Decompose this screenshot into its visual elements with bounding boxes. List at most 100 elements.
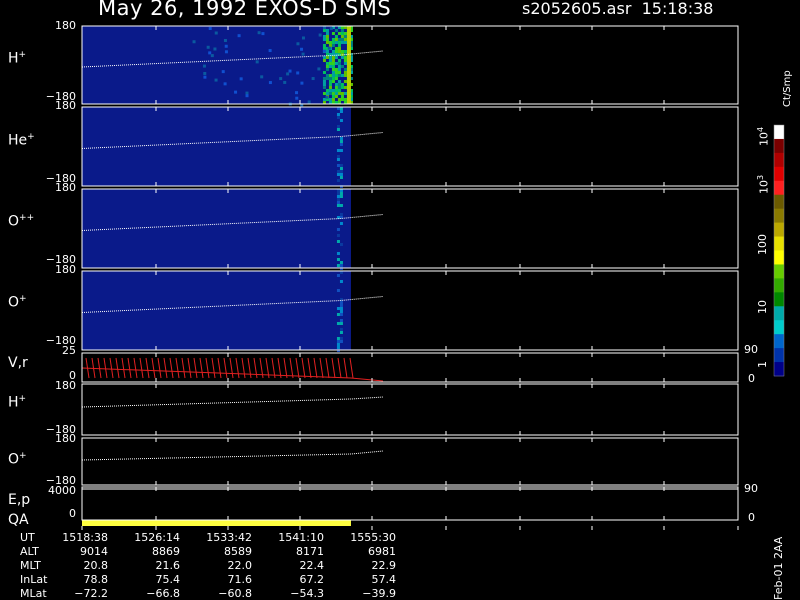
spectrogram-pixel xyxy=(339,337,343,340)
spectrogram-pixel xyxy=(301,52,305,56)
colorbar-unit: Ct/Smp xyxy=(782,70,793,107)
spectrogram-pixel xyxy=(331,68,335,71)
spectrogram-pixel xyxy=(192,40,196,44)
spectrogram-pixel xyxy=(325,92,329,95)
spectrogram-pixel xyxy=(343,68,347,71)
spectrogram-pixel xyxy=(336,192,340,195)
panel-frame xyxy=(81,486,739,521)
spectrogram-pixel xyxy=(334,62,338,65)
spectrogram-pixel xyxy=(328,56,332,59)
spectrogram-pixel xyxy=(336,322,340,325)
spectrogram-pixel xyxy=(331,44,335,47)
vr-vector xyxy=(127,357,132,379)
spectrogram-pixel xyxy=(311,77,315,81)
spectrogram-pixel xyxy=(224,44,228,48)
spectrogram-pixel xyxy=(336,155,340,158)
spectrogram-pixel xyxy=(343,41,347,44)
spectrogram-pixel xyxy=(336,264,340,267)
spectrogram-pixel xyxy=(336,198,340,201)
spectrogram-pixel xyxy=(336,343,340,346)
spectrogram-pixel xyxy=(214,78,218,82)
spectrogram-pixel xyxy=(337,50,341,53)
spectrogram-pixel xyxy=(337,86,341,89)
spectrogram-pixel xyxy=(234,90,238,94)
spectrogram-pixel xyxy=(331,62,335,65)
colorbar-swatch xyxy=(774,320,784,335)
orbit-cell: 8171 xyxy=(296,545,324,558)
y-tick: 180 xyxy=(55,432,76,445)
spectrogram-pixel xyxy=(331,95,335,98)
spectrogram-pixel xyxy=(340,98,344,101)
spectrogram-pixel xyxy=(343,32,347,35)
spectrogram-pixel xyxy=(331,74,335,77)
spectrogram-pixel xyxy=(343,38,347,41)
spectrogram-pixel xyxy=(279,77,283,81)
spectrogram-pixel xyxy=(328,83,332,86)
spectrogram-pixel xyxy=(340,32,344,35)
vr-vector xyxy=(205,357,210,379)
spectrogram-pixel xyxy=(343,86,347,89)
vr-vector xyxy=(301,357,306,379)
spectrogram-pixel xyxy=(328,74,332,77)
spectrogram-pixel xyxy=(339,331,343,334)
panel-frame xyxy=(81,437,739,486)
colorbar-swatch xyxy=(774,138,784,154)
colorbar-swatch xyxy=(774,334,784,349)
orbit-cell: 8589 xyxy=(224,545,252,558)
orbit-cell: 22.4 xyxy=(299,559,325,572)
spectrogram-pixel xyxy=(339,195,343,198)
spectrogram-pixel xyxy=(283,80,287,84)
spectrogram-pixel xyxy=(334,50,338,53)
spectrogram-pixel xyxy=(325,68,329,71)
orbit-cell: 67.2 xyxy=(299,573,325,586)
spectrogram-pixel xyxy=(339,280,343,283)
orbit-cell: 75.4 xyxy=(155,573,181,586)
vr-vector xyxy=(103,357,108,379)
spectrogram-pixel xyxy=(261,32,265,36)
spectrogram-pixel xyxy=(339,173,343,176)
spectrogram-pixel xyxy=(331,38,335,41)
panel-label-h-plus-lower: H+ xyxy=(8,394,27,411)
vr-vector xyxy=(241,357,246,379)
vr-vector xyxy=(187,357,192,379)
spectrogram-pixel xyxy=(328,77,332,80)
vr-vector xyxy=(151,357,156,379)
spectrogram-pixel xyxy=(336,116,340,119)
spectrogram-pixel xyxy=(257,31,261,35)
spectrogram-pixel xyxy=(322,35,326,38)
spectrogram-pixel xyxy=(328,98,332,101)
orbit-cell: 9014 xyxy=(80,545,108,558)
spectrogram-pixel xyxy=(301,36,305,40)
spectrogram-pixel xyxy=(336,113,340,116)
spectrogram-pixel xyxy=(322,49,326,53)
spectrogram-pixel xyxy=(202,64,206,68)
panel-frame xyxy=(81,352,739,383)
spectrogram-pixel xyxy=(334,35,338,38)
colorbar-label: 10 xyxy=(756,300,769,314)
spectrogram-pixel xyxy=(325,29,329,32)
spectrogram-pixel xyxy=(336,234,340,237)
spectrogram-pixel xyxy=(336,179,340,182)
spectrogram-pixel xyxy=(328,59,332,62)
spectrogram-pixel xyxy=(331,71,335,74)
spectrogram-pixel xyxy=(322,71,326,74)
orbit-cell: 78.8 xyxy=(83,573,109,586)
spectrogram-pixel xyxy=(224,50,228,54)
colorbar-swatch xyxy=(774,348,784,363)
spectrogram-pixel xyxy=(208,26,212,30)
spectrogram-pixel xyxy=(203,71,207,75)
spectrogram-pixel xyxy=(296,71,300,75)
panel-label-o-plus: O+ xyxy=(8,294,27,311)
spectrogram-pixel xyxy=(334,74,338,77)
orbit-cell: 1541:10 xyxy=(278,531,324,544)
spectrogram-pixel xyxy=(336,346,340,349)
spectrogram-pixel xyxy=(325,62,329,65)
spectrogram-pixel xyxy=(203,75,207,79)
spectrogram-pixel xyxy=(334,77,338,80)
right-tick: 90 xyxy=(744,482,758,495)
spectrogram-pixel xyxy=(334,71,338,74)
spectrogram-pixel xyxy=(339,328,343,331)
spectrogram-pixel xyxy=(337,92,341,95)
spectrogram-pixel xyxy=(300,81,304,85)
spectrogram-pixel xyxy=(336,128,340,131)
